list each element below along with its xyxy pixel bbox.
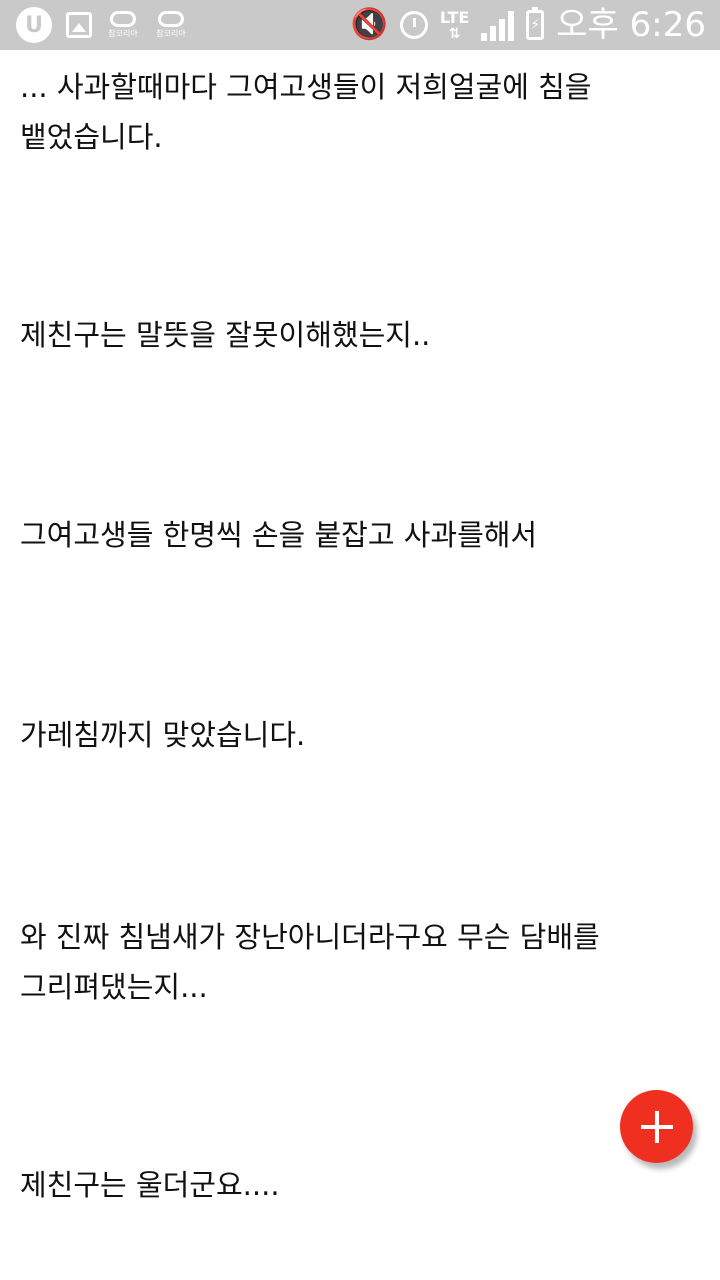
alarm-icon <box>399 11 428 39</box>
mute-icon: 🔇 <box>350 7 388 42</box>
paragraph-4: 가레침까지 맞았습니다. <box>20 718 306 752</box>
paragraph-3: 그여고생들 한명씩 손을 붙잡고 사과를해서 <box>20 518 538 552</box>
status-bar: U 참코리아 참코리아 🔇 LTE ⇅ ⚡ 오후 6:26 <box>0 0 720 50</box>
lte-label: LTE <box>439 8 470 27</box>
paragraph-2: 제친구는 말뜻을 잘못이해했는지.. <box>20 318 431 352</box>
signal-strength-icon <box>481 9 515 41</box>
app-shape-icon <box>110 11 136 27</box>
notification-app-label: 참코리아 <box>108 29 138 38</box>
gallery-icon <box>66 12 92 38</box>
status-time: 오후 6:26 <box>556 5 706 45</box>
plus-icon <box>640 1110 673 1143</box>
notification-app-icon-2: 참코리아 <box>154 11 188 39</box>
notification-app-icon: 참코리아 <box>106 11 140 39</box>
status-bar-system: 🔇 LTE ⇅ ⚡ 오후 6:26 <box>351 4 706 46</box>
paragraph-6: 제친구는 울더군요.... <box>20 1168 280 1202</box>
add-button[interactable] <box>620 1090 693 1163</box>
paragraph-1: ... 사과할때마다 그여고생들이 저희얼굴에 침을 뱉었습니다. <box>20 70 592 154</box>
notification-app-label-2: 참코리아 <box>156 29 186 38</box>
battery-charging-icon: ⚡ <box>526 7 545 40</box>
data-arrows-icon: ⇅ <box>448 26 461 42</box>
paragraph-5: 와 진짜 침냄새가 장난아니더라구요 무슨 담배를 그리펴댔는지... <box>20 920 600 1004</box>
status-bar-notifications: U 참코리아 참코리아 <box>16 7 188 43</box>
lte-icon: LTE ⇅ <box>439 8 470 42</box>
app-shape-icon <box>158 11 184 27</box>
uplus-app-icon: U <box>16 7 52 43</box>
